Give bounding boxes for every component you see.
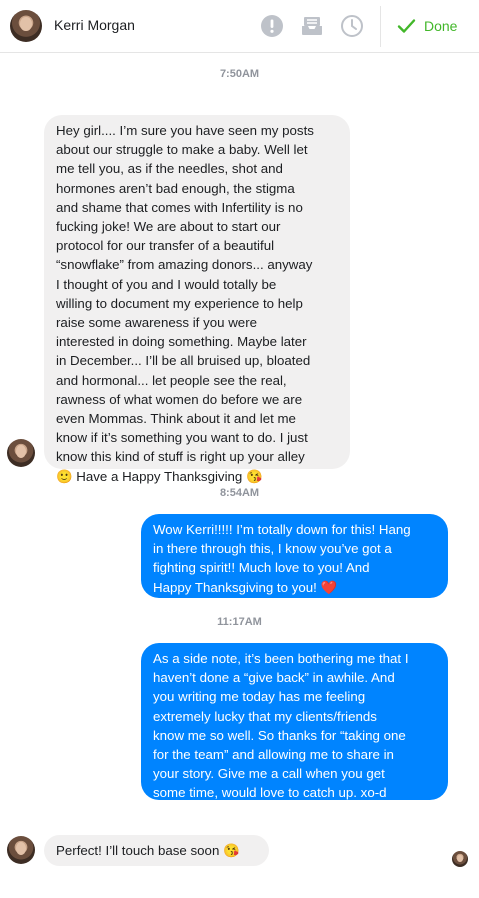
done-button[interactable]: Done xyxy=(396,14,457,38)
contact-name[interactable]: Kerri Morgan xyxy=(54,17,135,33)
header-divider xyxy=(380,6,381,47)
archive-icon[interactable] xyxy=(300,14,324,38)
contact-avatar[interactable] xyxy=(7,836,35,864)
alert-icon[interactable] xyxy=(260,14,284,38)
incoming-message[interactable]: Hey girl.... I’m sure you have seen my p… xyxy=(44,115,350,484)
contact-avatar[interactable] xyxy=(10,10,42,42)
checkmark-icon xyxy=(397,19,416,33)
conversation-header: Kerri Morgan Done xyxy=(0,0,479,53)
done-label: Done xyxy=(424,18,458,34)
clock-icon[interactable] xyxy=(340,14,364,38)
outgoing-message[interactable]: Wow Kerri!!!!! I’m totally down for this… xyxy=(141,514,448,598)
incoming-message[interactable]: Perfect! I’ll touch base soon 😘 xyxy=(44,835,269,866)
outgoing-message[interactable]: As a side note, it’s been bothering me t… xyxy=(141,643,448,800)
timestamp: 11:17AM xyxy=(217,616,262,628)
timestamp: 7:50AM xyxy=(219,68,260,80)
timestamp: 8:54AM xyxy=(219,487,260,499)
contact-avatar[interactable] xyxy=(7,439,35,467)
seen-indicator-avatar xyxy=(452,851,468,867)
